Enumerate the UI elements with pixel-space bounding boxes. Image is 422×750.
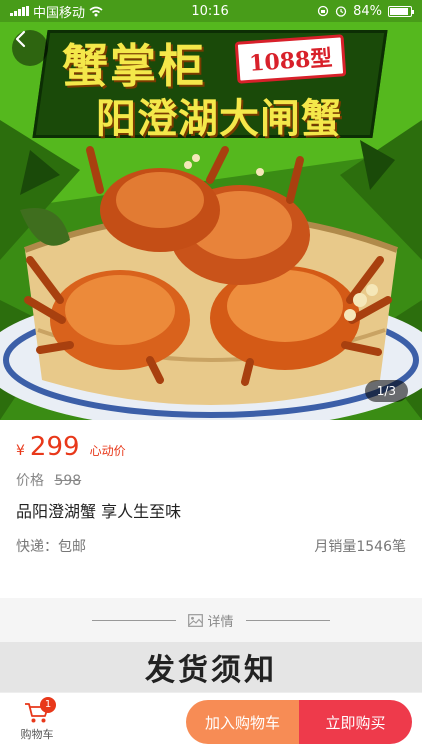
shipping-row: 快递：包邮 月销量1546笔 <box>0 528 422 562</box>
cart-label: 购物车 <box>20 727 54 741</box>
price-row: ¥ 299 心动价 <box>0 420 422 466</box>
shipping-notice-banner: 发货须知 <box>0 642 422 692</box>
bottom-action-bar: 购物车 1 加入购物车 立即购买 <box>0 692 422 750</box>
monthly-sales: 月销量1546笔 <box>314 539 406 555</box>
buy-now-button[interactable]: 立即购买 <box>299 700 412 744</box>
cart-count-badge: 1 <box>40 696 56 713</box>
details-section-label: 详情 <box>188 611 234 630</box>
price-tag: 心动价 <box>89 444 126 458</box>
alarm-icon <box>335 6 347 17</box>
lock-rotation-icon <box>317 5 329 17</box>
purchase-buttons: 加入购物车 立即购买 <box>186 700 412 744</box>
status-bar: 中国移动 10:16 84% <box>0 0 422 22</box>
shipping-notice-title: 发货须知 <box>145 653 277 688</box>
original-price-row: 价格 598 <box>0 466 422 494</box>
divider-line-left <box>92 619 177 621</box>
chevron-left-icon <box>15 30 26 48</box>
image-pager-indicator: 1/3 <box>364 380 408 402</box>
signal-icon <box>10 6 29 16</box>
battery-percent: 84% <box>353 3 382 19</box>
shipping-info: 快递：包邮 <box>16 539 86 555</box>
add-to-cart-button[interactable]: 加入购物车 <box>186 700 299 744</box>
details-label: 详情 <box>207 614 234 630</box>
carrier-label: 中国移动 <box>33 5 86 21</box>
product-name: 品阳澄湖蟹 享人生至味 <box>16 502 182 521</box>
back-button[interactable] <box>12 30 48 66</box>
wifi-icon <box>89 6 103 16</box>
model-badge: 1088型 <box>234 34 347 84</box>
product-detail-page: 蟹掌柜 1088型 阳澄湖大闸蟹 1/3 中国移动 10:16 84% ¥ 29… <box>0 0 422 750</box>
product-info: ¥ 299 心动价 价格 598 品阳澄湖蟹 享人生至味 快递：包邮 月销量15… <box>0 420 422 562</box>
clock: 10:16 <box>191 3 229 19</box>
hero-title-product: 阳澄湖大闸蟹 <box>96 96 342 142</box>
product-image-carousel[interactable]: 蟹掌柜 1088型 阳澄湖大闸蟹 1/3 <box>0 0 422 420</box>
currency-symbol: ¥ <box>16 443 25 459</box>
original-price-label: 价格 <box>16 473 44 489</box>
divider-line-right <box>245 619 330 621</box>
image-icon <box>188 613 204 627</box>
cart-button[interactable]: 购物车 1 <box>0 693 74 750</box>
battery-icon <box>387 5 414 17</box>
original-price: 598 <box>54 473 82 489</box>
details-divider: 详情 <box>0 598 422 642</box>
sale-price: 299 <box>29 432 80 462</box>
